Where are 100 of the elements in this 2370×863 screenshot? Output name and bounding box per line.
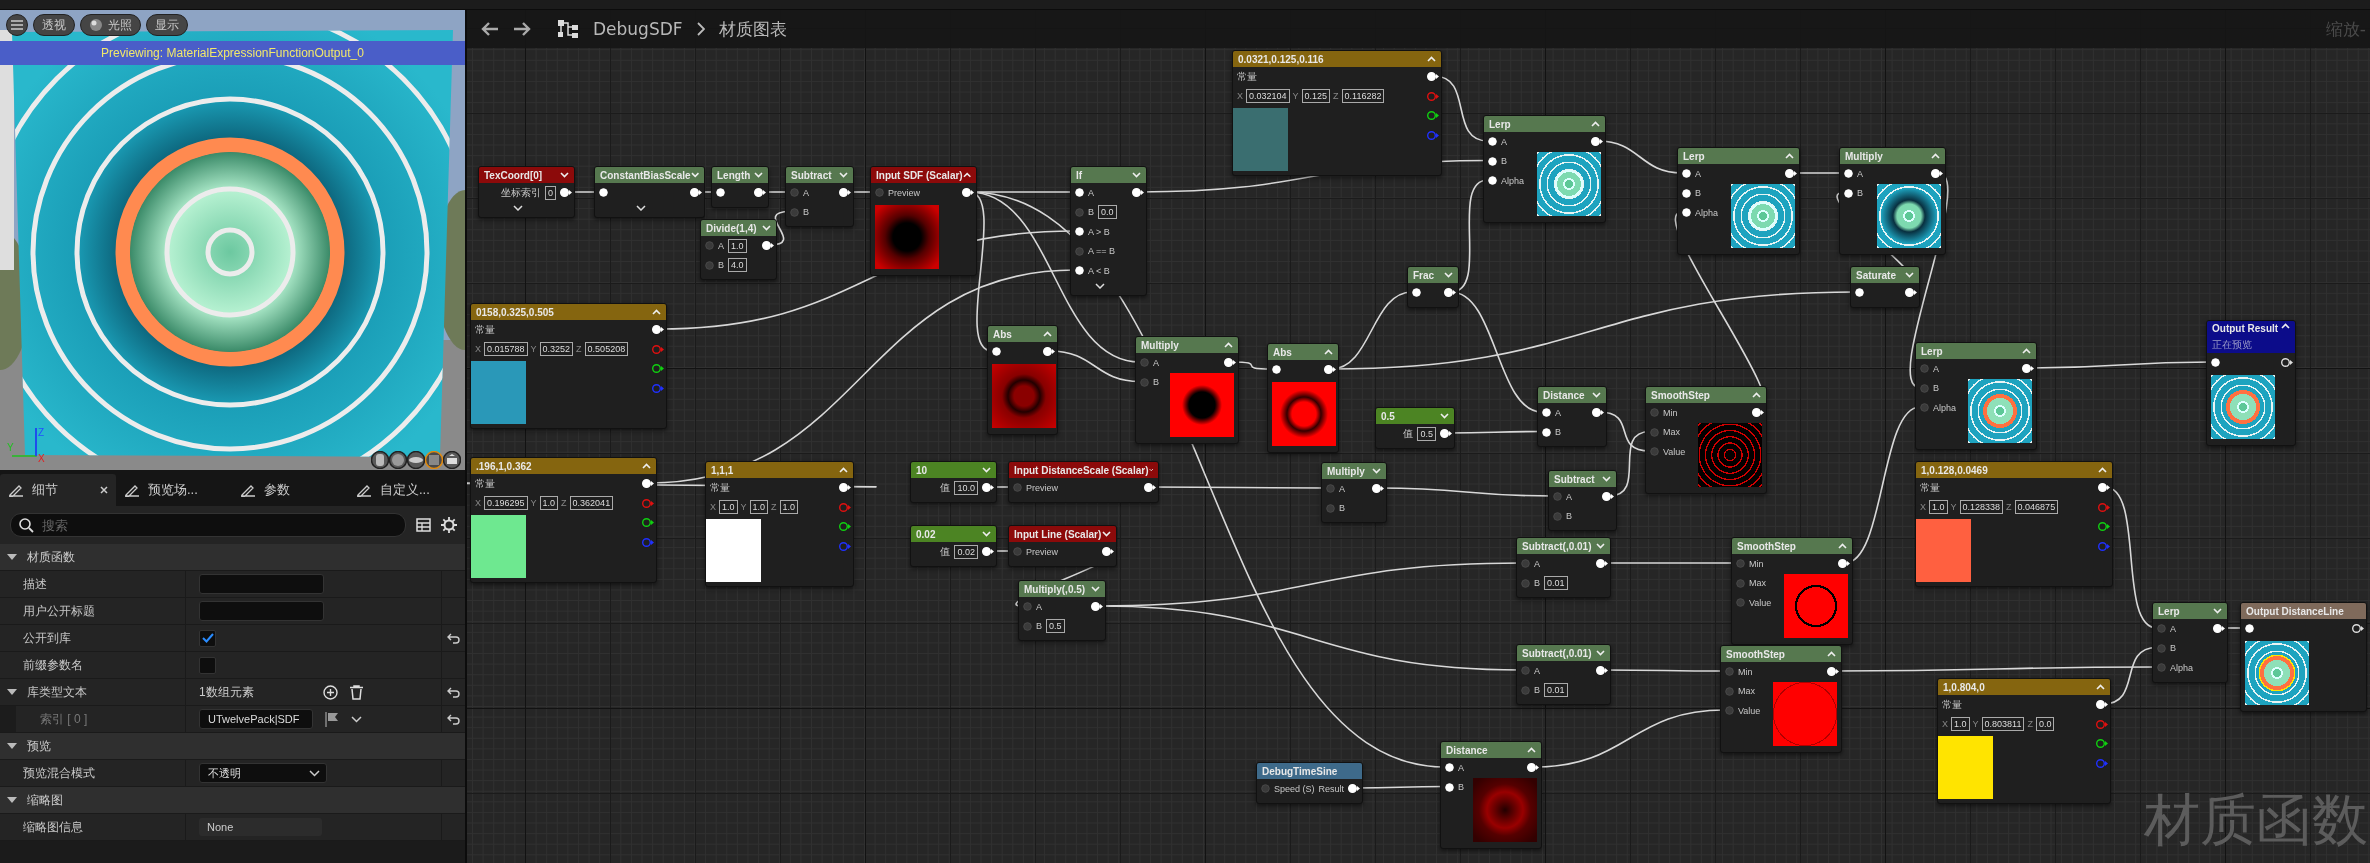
graph-node[interactable]: SmoothStep Min Max Value [1731, 537, 1853, 645]
text-field[interactable] [199, 601, 324, 621]
reset-icon[interactable] [447, 713, 460, 725]
node-header[interactable]: Multiply(,0.5) [1019, 581, 1105, 597]
output-pin[interactable] [839, 483, 851, 493]
input-pin[interactable] [1521, 559, 1530, 569]
expand-arrow-icon[interactable] [7, 742, 17, 750]
output-pin[interactable] [1348, 784, 1360, 794]
graph-node[interactable]: Multiply A B [1839, 147, 1946, 255]
value-field[interactable]: 0.0 [1098, 205, 1117, 220]
value-field[interactable]: 0 [545, 185, 556, 200]
graph-node[interactable]: 0.0321,0.125,0.116 常量 X 0.032104 Y 0.125 Z 0.116282 [1232, 50, 1442, 176]
value-field[interactable]: 0.046875 [2014, 500, 2059, 515]
input-pin[interactable] [1023, 602, 1032, 612]
node-header[interactable]: Lerp [1678, 148, 1799, 164]
output-pin[interactable] [652, 364, 664, 374]
input-pin[interactable] [2157, 663, 2166, 673]
node-header[interactable]: Length [712, 167, 768, 183]
value-field[interactable]: 1.0 [728, 238, 747, 253]
graph-node[interactable]: Saturate [1850, 266, 1920, 308]
output-pin[interactable] [1440, 429, 1452, 439]
value-field[interactable]: 0.5 [1417, 426, 1436, 441]
input-pin[interactable] [790, 188, 799, 198]
output-pin[interactable] [2022, 364, 2034, 374]
output-pin[interactable] [1102, 547, 1114, 557]
node-header[interactable]: Input DistanceScale (Scalar) [1009, 462, 1158, 478]
view-button[interactable]: 透视 [33, 14, 75, 36]
graph-node[interactable]: 1,0.128,0.0469 常量 X 1.0 Y 0.128338 Z 0.046875 [1915, 461, 2113, 587]
node-header[interactable]: Subtract [786, 167, 853, 183]
expand-arrow-icon[interactable] [7, 553, 17, 561]
node-header[interactable]: DebugTimeSine [1257, 763, 1362, 779]
node-header[interactable]: Lerp [1916, 343, 2036, 359]
plane-icon[interactable] [407, 451, 425, 469]
value-field[interactable]: 0.032104 [1246, 89, 1290, 104]
input-pin[interactable] [2157, 643, 2166, 653]
forward-arrow-icon[interactable] [513, 22, 531, 36]
section-header[interactable]: 预览 [0, 733, 465, 760]
output-pin[interactable] [1596, 666, 1608, 676]
node-header[interactable]: .196,1,0.362 [471, 458, 656, 474]
graph-node[interactable]: 10 值 10.0 [910, 461, 997, 503]
chevron-down-icon[interactable] [351, 715, 362, 723]
input-pin[interactable] [1013, 483, 1022, 493]
node-header[interactable]: Output DistanceLine [2241, 603, 2366, 619]
value-field[interactable]: 0.01 [1544, 683, 1568, 698]
input-pin[interactable] [1736, 578, 1745, 588]
breadcrumb-link[interactable]: DebugSDF [593, 19, 683, 39]
input-pin[interactable] [1553, 492, 1562, 502]
node-header[interactable]: Distance [1538, 387, 1606, 403]
input-pin[interactable] [1650, 427, 1659, 437]
graph-node[interactable]: Lerp A B Alpha [1915, 342, 2037, 450]
node-header[interactable]: Multiply [1322, 463, 1386, 479]
output-pin[interactable] [839, 188, 851, 198]
node-header[interactable]: 0.5 [1376, 408, 1454, 424]
details-tab[interactable]: 自定义... [348, 474, 464, 506]
checkbox[interactable] [199, 656, 216, 674]
node-header[interactable]: 0.02 [911, 526, 996, 542]
chevron-up-icon[interactable] [962, 172, 971, 178]
reset-icon[interactable] [447, 686, 460, 698]
input-pin[interactable] [1553, 511, 1562, 521]
table-view-icon[interactable] [416, 518, 431, 532]
output-pin[interactable] [1043, 347, 1055, 357]
input-pin[interactable] [1075, 246, 1084, 256]
output-pin[interactable] [1324, 365, 1336, 375]
input-pin[interactable] [1736, 598, 1745, 608]
input-pin[interactable] [1725, 706, 1734, 716]
graph-node[interactable]: 1,0.804,0 常量 X 1.0 Y 0.803811 Z 0.0 [1937, 678, 2111, 804]
output-pin[interactable] [642, 518, 654, 528]
output-pin[interactable] [1372, 484, 1384, 494]
node-header[interactable]: Saturate [1851, 267, 1919, 283]
graph-node[interactable]: If A B 0.0 A > B A == B A < B [1070, 166, 1147, 296]
close-icon[interactable] [100, 486, 108, 494]
chevron-down-icon[interactable] [1094, 282, 1105, 289]
output-pin[interactable] [1905, 288, 1917, 298]
input-pin[interactable] [705, 260, 714, 270]
graph-node[interactable]: ConstantBiasScale [594, 166, 705, 218]
input-pin[interactable] [1521, 685, 1530, 695]
value-field[interactable]: 1.0 [719, 500, 738, 515]
graph-node[interactable]: Output DistanceLine [2240, 602, 2367, 712]
input-pin[interactable] [1326, 484, 1335, 494]
output-pin[interactable] [1827, 667, 1839, 677]
node-header[interactable]: 0158,0.325,0.505 [471, 304, 666, 320]
value-field[interactable]: 1.0 [539, 496, 559, 511]
graph-node[interactable]: Length [711, 166, 769, 208]
value-field[interactable]: 4.0 [728, 258, 747, 273]
view-button[interactable]: 光照 [80, 14, 141, 36]
node-header[interactable]: Input SDF (Scalar) [871, 167, 976, 183]
node-header[interactable]: Multiply [1136, 337, 1238, 353]
value-field[interactable]: 0.01 [1544, 576, 1568, 591]
expand-arrow-icon[interactable] [7, 688, 17, 696]
value-field[interactable]: 0.362041 [569, 496, 614, 511]
graph-node[interactable]: Lerp A B Alpha [2152, 602, 2228, 683]
graph-node[interactable]: Distance A B [1537, 386, 1607, 447]
output-pin[interactable] [642, 479, 654, 489]
input-pin[interactable] [2157, 624, 2166, 634]
reset-icon[interactable] [447, 632, 460, 644]
output-pin[interactable] [2213, 624, 2225, 634]
output-pin[interactable] [962, 188, 974, 198]
output-pin[interactable] [2098, 522, 2110, 532]
output-pin[interactable] [1091, 602, 1103, 612]
graph-node[interactable]: Input DistanceScale (Scalar) Preview [1008, 461, 1159, 503]
